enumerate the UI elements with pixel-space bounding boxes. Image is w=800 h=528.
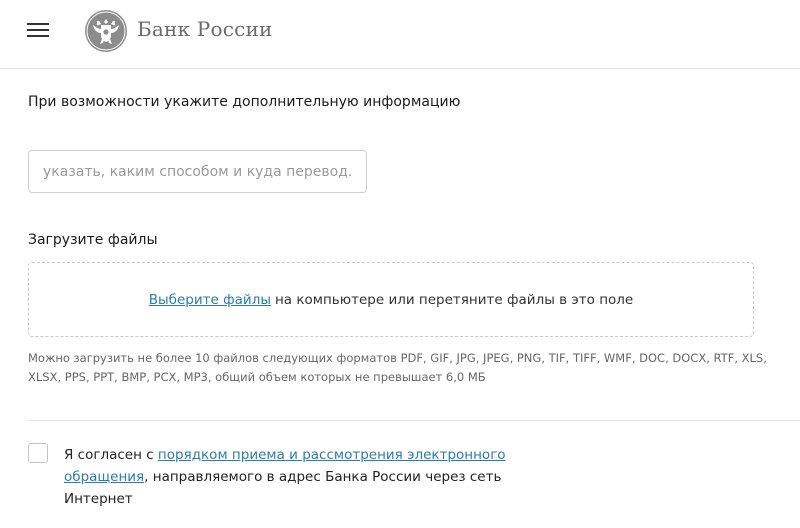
- file-dropzone[interactable]: Выберите файлы на компьютере или перетян…: [28, 262, 754, 337]
- appeal-form-page: Банк России При возможности укажите допо…: [0, 0, 800, 528]
- bank-emblem-icon[interactable]: [84, 9, 128, 53]
- upload-hint: Можно загрузить не более 10 файлов следу…: [28, 351, 767, 384]
- consent-prefix: Я согласен с: [64, 447, 158, 463]
- choose-files-link[interactable]: Выберите файлы: [149, 292, 271, 308]
- transfer-details-input[interactable]: [28, 150, 367, 193]
- divider: [28, 420, 800, 421]
- upload-files-label: Загрузите файлы: [28, 232, 158, 248]
- dropzone-text: на компьютере или перетяните файлы в это…: [274, 291, 634, 308]
- additional-info-label: При возможности укажите дополнительную и…: [28, 94, 461, 110]
- consent-checkbox[interactable]: [28, 443, 48, 463]
- logo-text[interactable]: Банк России: [137, 17, 273, 41]
- header: Банк России: [0, 0, 800, 69]
- hamburger-menu-icon[interactable]: [27, 22, 49, 38]
- consent-text: Я согласен с порядком приема и рассмотре…: [64, 444, 524, 510]
